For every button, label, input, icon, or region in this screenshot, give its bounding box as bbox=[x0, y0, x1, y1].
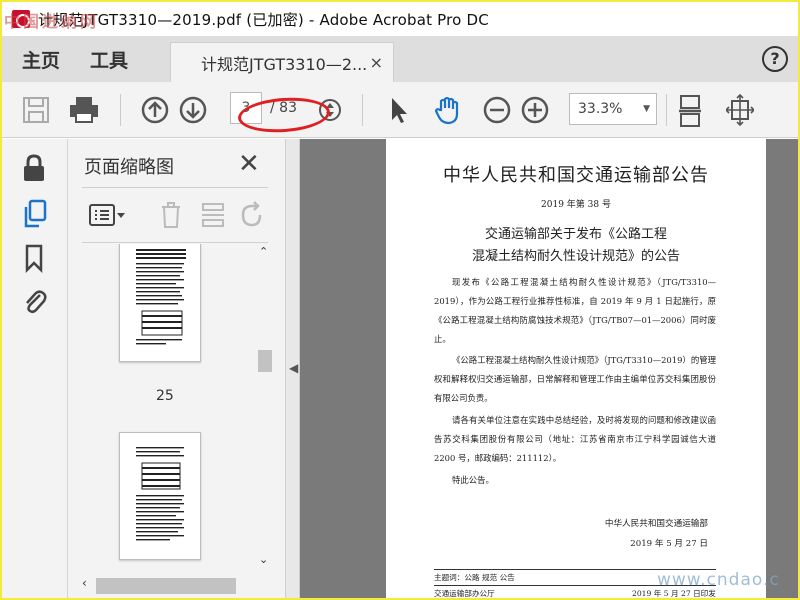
zoom-in-icon[interactable] bbox=[520, 94, 550, 126]
thumbnail-vertical-scrollbar[interactable]: ⌃ ⌄ bbox=[256, 245, 272, 577]
doc-signer: 中华人民共和国交通运输部 bbox=[604, 519, 708, 529]
doc-footer-left: 交通运输部办公厅 bbox=[434, 589, 495, 598]
attachment-icon[interactable] bbox=[22, 287, 48, 321]
print-icon[interactable] bbox=[68, 94, 100, 126]
watermark-bottom-right: www.cndao.c bbox=[657, 570, 780, 590]
doc-date: 2019 年 5 月 27 日 bbox=[630, 539, 708, 549]
chevron-down-icon: ▼ bbox=[643, 104, 650, 114]
doc-title: 中华人民共和国交通运输部公告 bbox=[443, 165, 709, 186]
scroll-up-icon[interactable]: ⌃ bbox=[259, 245, 268, 258]
scroll-left-icon[interactable]: ‹ bbox=[82, 576, 87, 590]
doc-subtitle-line2: 混凝土结构耐久性设计规范》的公告 bbox=[471, 249, 680, 264]
zoom-out-icon[interactable] bbox=[482, 94, 512, 126]
panel-title: 页面缩略图 bbox=[84, 157, 174, 178]
page-thumbnails-icon[interactable] bbox=[22, 199, 48, 233]
thumbnail-page-label: 25 bbox=[156, 388, 174, 404]
scrollbar-thumb[interactable] bbox=[258, 350, 272, 372]
menu-tools[interactable]: 工具 bbox=[90, 46, 128, 73]
document-tab-label: 计规范JTGT3310—2... bbox=[201, 54, 368, 74]
pdf-page: 中华人民共和国交通运输部公告 2019 年第 38 号 交通运输部关于发布《公路… bbox=[386, 139, 766, 598]
doc-number: 2019 年第 38 号 bbox=[541, 200, 611, 210]
tab-close-icon[interactable]: × bbox=[370, 53, 383, 72]
hand-tool-icon[interactable] bbox=[432, 94, 462, 126]
doc-subtitle-line1: 交通运输部关于发布《公路工程 bbox=[484, 227, 667, 242]
doc-paragraph: 请各有关单位注意在实践中总结经验，及时将发现的问题和修改建议函告苏交科集团股份有… bbox=[434, 415, 716, 463]
collapse-left-icon: ◀ bbox=[289, 361, 299, 375]
document-view[interactable]: 中华人民共和国交通运输部公告 2019 年第 38 号 交通运输部关于发布《公路… bbox=[300, 139, 798, 598]
page-thumbnail[interactable] bbox=[119, 432, 201, 560]
window-title: 计规范JTGT3310—2019.pdf (已加密) - Adobe Acrob… bbox=[38, 10, 489, 29]
document-tab[interactable]: 计规范JTGT3310—2... × bbox=[170, 42, 394, 82]
top-menu: 主页 工具 bbox=[2, 36, 158, 82]
left-rail bbox=[2, 139, 68, 598]
doc-paragraph: 特此公告。 bbox=[452, 475, 494, 485]
page-thumbnail[interactable] bbox=[119, 244, 201, 362]
menu-home[interactable]: 主页 bbox=[22, 46, 60, 73]
doc-paragraph: 《公路工程混凝土结构耐久性设计规范》（JTG/T3310—2019）的管理权和解… bbox=[434, 355, 716, 403]
thumbnail-panel: 页面缩略图 ✕ 25 ⌃ ⌄ ‹ bbox=[68, 139, 286, 598]
watermark-top-left: 中国进纳网 bbox=[4, 12, 100, 31]
lock-icon[interactable] bbox=[22, 153, 46, 187]
toolbar bbox=[2, 82, 798, 138]
thumbnail-options-icon[interactable] bbox=[88, 200, 126, 234]
fit-page-icon[interactable] bbox=[678, 94, 702, 127]
toolbar-separator bbox=[120, 94, 121, 126]
doc-keywords: 主题词：公路 规范 公告 bbox=[434, 573, 515, 582]
previous-page-icon[interactable] bbox=[140, 94, 170, 126]
menu-tab-bar: 主页 工具 计规范JTGT3310—2... × ? bbox=[2, 36, 798, 82]
rotate-page-icon[interactable] bbox=[238, 200, 266, 234]
toolbar-separator bbox=[362, 94, 363, 126]
next-page-icon[interactable] bbox=[178, 94, 208, 126]
help-button[interactable]: ? bbox=[762, 46, 788, 72]
save-icon[interactable] bbox=[22, 94, 50, 126]
zoom-select[interactable]: 33.3% ▼ bbox=[569, 93, 657, 125]
zoom-value: 33.3% bbox=[578, 101, 623, 117]
doc-paragraph: 现发布《公路工程混凝土结构耐久性设计规范》（JTG/T3310—2019），作为… bbox=[434, 277, 716, 344]
select-cursor-icon[interactable] bbox=[388, 94, 410, 126]
panel-tools bbox=[82, 187, 268, 243]
scroll-down-icon[interactable]: ⌄ bbox=[259, 553, 268, 566]
panel-close-icon[interactable]: ✕ bbox=[238, 149, 260, 179]
app-window: 计规范JTGT3310—2019.pdf (已加密) - Adobe Acrob… bbox=[2, 2, 798, 598]
title-bar: 计规范JTGT3310—2019.pdf (已加密) - Adobe Acrob… bbox=[2, 2, 798, 36]
toolbar-separator bbox=[666, 94, 667, 126]
thumbnail-horizontal-scrollbar[interactable]: ‹ bbox=[82, 576, 256, 594]
scrollbar-thumb[interactable] bbox=[96, 578, 236, 594]
thumbnail-list: 25 bbox=[82, 244, 268, 598]
full-screen-icon[interactable] bbox=[726, 94, 754, 126]
delete-page-icon[interactable] bbox=[158, 200, 184, 234]
bookmark-icon[interactable] bbox=[22, 243, 46, 277]
insert-page-icon[interactable] bbox=[200, 200, 226, 234]
panel-collapse-handle[interactable]: ◀ bbox=[286, 139, 300, 598]
